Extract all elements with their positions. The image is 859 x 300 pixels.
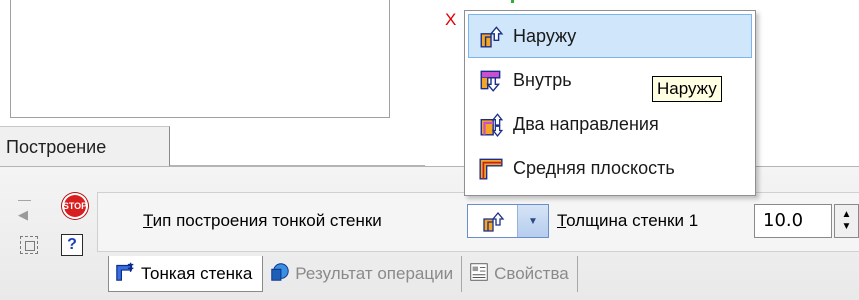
operation-result-icon	[269, 261, 291, 288]
thin-wall-icon	[115, 260, 137, 287]
tooltip: Наружу	[652, 76, 722, 102]
thickness-input[interactable]: 10.0	[754, 204, 832, 238]
thickness-label: Толщина стенки 1	[557, 211, 699, 230]
spin-down-icon[interactable]: ▼	[842, 221, 852, 233]
wall-outward-icon	[469, 23, 513, 49]
wall-type-combo[interactable]: ▼	[467, 204, 549, 238]
menu-item-midplane[interactable]: Средняя плоскость	[468, 146, 752, 190]
tab-thin-wall[interactable]: Тонкая стенка	[108, 256, 264, 292]
stop-icon[interactable]: STOP	[62, 193, 88, 219]
menu-item-label: Два направления	[513, 113, 659, 134]
model-tree-area[interactable]	[10, 0, 390, 118]
pin-icon[interactable]: —◀	[18, 192, 40, 222]
menu-item-label: Внутрь	[513, 69, 572, 90]
tab-operation-result[interactable]: Результат операции	[263, 256, 463, 292]
tab-label: Свойства	[494, 264, 569, 283]
thickness-stepper[interactable]: ▲ ▼	[834, 204, 859, 238]
wall-midplane-icon	[469, 155, 513, 181]
tab-label: Тонкая стенка	[141, 263, 253, 283]
wall-inward-icon	[469, 67, 513, 93]
properties-icon	[468, 261, 490, 288]
menu-item-label: Наружу	[513, 25, 577, 46]
tab-build[interactable]: Построение	[0, 126, 170, 166]
menu-item-outward[interactable]: Наружу	[468, 14, 752, 58]
axis-y-marker	[511, 0, 514, 3]
help-icon[interactable]: ?	[61, 234, 83, 256]
menu-item-label: Средняя плоскость	[513, 157, 675, 178]
tab-label: Результат операции	[295, 264, 454, 283]
axis-x-label: X	[445, 10, 457, 29]
menu-item-both-directions[interactable]: Два направления	[468, 102, 752, 146]
chevron-down-icon[interactable]: ▼	[518, 205, 548, 237]
wall-type-dropdown: Наружу Внутрь Два направления Средняя пл…	[464, 10, 756, 196]
grid-icon[interactable]	[20, 236, 38, 254]
tab-properties[interactable]: Свойства	[462, 256, 578, 292]
wall-both-directions-icon	[469, 111, 513, 137]
wall-outward-icon	[468, 205, 518, 237]
spin-up-icon[interactable]: ▲	[842, 209, 852, 221]
wall-type-label: Тип построения тонкой стенки	[143, 211, 382, 230]
bottom-tabs: Тонкая стенка Результат операции Свойств…	[108, 256, 578, 292]
